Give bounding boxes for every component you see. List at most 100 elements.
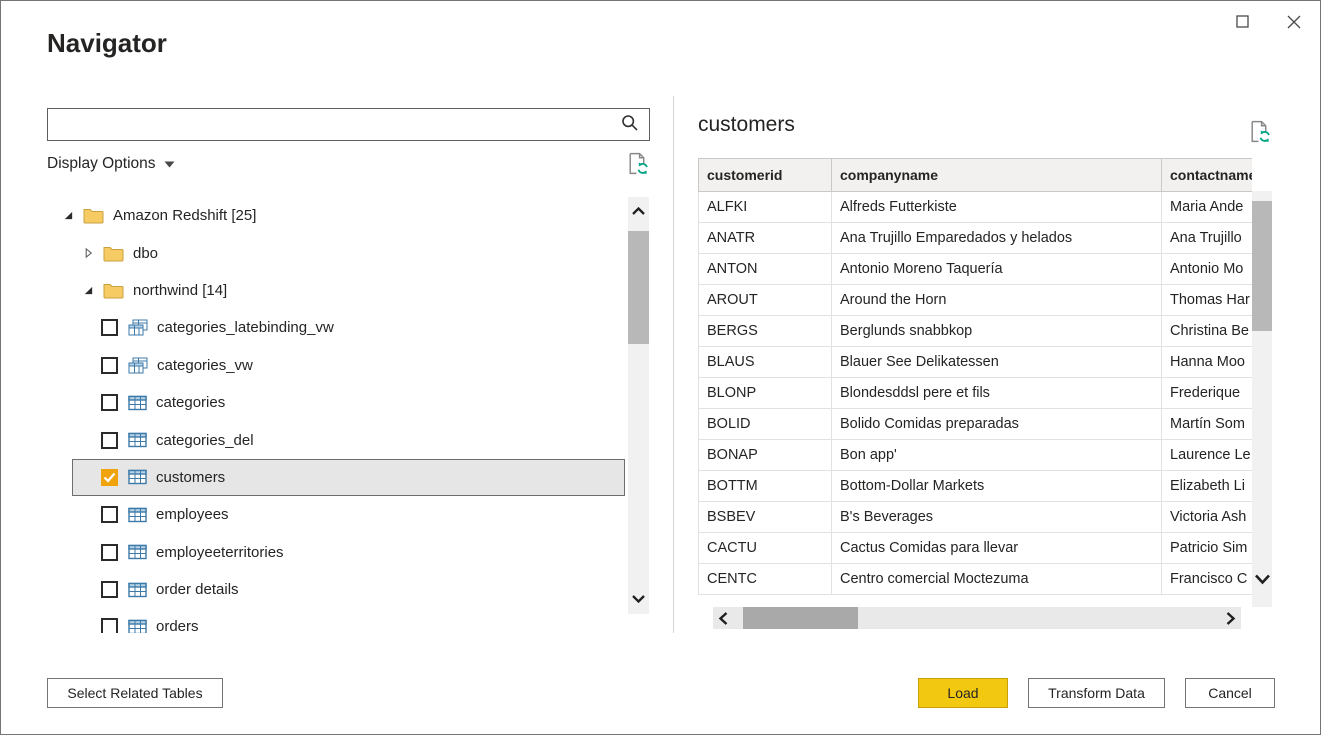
table-icon [128, 619, 147, 633]
tree-item-label: categories_vw [157, 357, 253, 374]
table-cell: Ana Trujillo [1162, 223, 1253, 254]
tree-item-label: northwind [14] [133, 282, 227, 299]
checkbox-unchecked[interactable] [101, 581, 118, 598]
tree-item-amazon-redshift-25[interactable]: Amazon Redshift [25] [47, 197, 625, 234]
tree-item-label: customers [156, 469, 225, 486]
tree: Amazon Redshift [25]dbo northwind [14] cat… [47, 197, 625, 633]
table-cell: Cactus Comidas para llevar [832, 533, 1162, 564]
table-cell: Victoria Ash [1162, 502, 1253, 533]
search-button[interactable] [611, 109, 649, 140]
table-cell: Laurence Le [1162, 440, 1253, 471]
scroll-left-icon[interactable] [718, 607, 729, 629]
table-icon [128, 395, 147, 411]
tree-refresh-button[interactable] [625, 151, 650, 180]
table-cell: Berglunds snabbkop [832, 316, 1162, 347]
table-row: ALFKIAlfreds FutterkisteMaria Ande [699, 192, 1253, 223]
table-cell: Patricio Sim [1162, 533, 1253, 564]
tree-scrollbar-thumb[interactable] [628, 231, 649, 344]
checkbox-unchecked[interactable] [101, 357, 118, 374]
table-row: BERGSBerglunds snabbkopChristina Be [699, 316, 1253, 347]
table-cell: BERGS [699, 316, 832, 347]
tree-item-customers[interactable]: customers [72, 459, 625, 496]
table-row: BLAUSBlauer See DelikatessenHanna Moo [699, 347, 1253, 378]
preview-vertical-scrollbar-thumb[interactable] [1252, 201, 1272, 331]
options-row: Display Options [47, 151, 650, 181]
preview-vertical-scrollbar[interactable] [1252, 191, 1272, 607]
table-row: BSBEVB's BeveragesVictoria Ash [699, 502, 1253, 533]
cancel-button[interactable]: Cancel [1185, 678, 1275, 708]
table-row: BOLIDBolido Comidas preparadasMartín Som [699, 409, 1253, 440]
load-button[interactable]: Load [918, 678, 1008, 708]
tree-item-employees[interactable]: employees [72, 496, 625, 533]
checkbox-unchecked[interactable] [101, 432, 118, 449]
table-cell: Elizabeth Li [1162, 471, 1253, 502]
folder-icon [103, 245, 124, 262]
table-cell: Bon app' [832, 440, 1162, 471]
checkbox-checked[interactable] [101, 469, 118, 486]
checkbox-unchecked[interactable] [101, 319, 118, 336]
tree-item-categories-latebinding-vw[interactable]: categories_latebinding_vw [72, 309, 625, 346]
table-cell: ALFKI [699, 192, 832, 223]
checkbox-unchecked[interactable] [101, 618, 118, 633]
checkbox-unchecked[interactable] [101, 506, 118, 523]
tree-item-categories[interactable]: categories [72, 384, 625, 421]
search-icon [620, 113, 640, 136]
scroll-down-icon[interactable] [628, 594, 649, 604]
table-cell: Maria Ande [1162, 192, 1253, 223]
display-options-dropdown[interactable]: Display Options [47, 155, 175, 173]
table-row: BLONPBlondesddsl pere et filsFrederique [699, 378, 1253, 409]
folder-icon [103, 282, 124, 299]
table-icon [128, 507, 147, 523]
preview-title: customers [698, 113, 795, 137]
tree-item-label: employees [156, 506, 229, 523]
tree-collapse-icon[interactable] [83, 285, 95, 296]
folder-icon [83, 207, 104, 224]
search-input[interactable] [48, 109, 611, 140]
table-cell: BLONP [699, 378, 832, 409]
tree-item-label: categories_del [156, 432, 254, 449]
tree-item-categories-del[interactable]: categories_del [72, 421, 625, 458]
tree-scrollbar[interactable] [628, 197, 649, 614]
display-options-label: Display Options [47, 155, 156, 173]
table-cell: BONAP [699, 440, 832, 471]
view-icon [128, 357, 148, 374]
tree-item-order-details[interactable]: order details [72, 571, 625, 608]
tree-item-employeeterritories[interactable]: employeeterritories [72, 534, 625, 571]
table-cell: CENTC [699, 564, 832, 595]
tree-collapse-icon[interactable] [63, 210, 75, 221]
scroll-right-icon[interactable] [1225, 607, 1236, 629]
table-cell: Blauer See Delikatessen [832, 347, 1162, 378]
checkbox-unchecked[interactable] [101, 544, 118, 561]
preview-horizontal-scrollbar-thumb[interactable] [743, 607, 858, 629]
column-header-customerid: customerid [699, 159, 832, 192]
preview-refresh-button[interactable] [1247, 119, 1272, 148]
table-cell: Hanna Moo [1162, 347, 1253, 378]
tree-expand-icon[interactable] [83, 247, 95, 259]
table-cell: Frederique [1162, 378, 1253, 409]
view-icon [128, 319, 148, 336]
table-cell: CACTU [699, 533, 832, 564]
maximize-button[interactable] [1226, 9, 1258, 37]
scroll-up-icon[interactable] [628, 206, 649, 216]
tree-item-orders[interactable]: orders [72, 608, 625, 633]
table-cell: Christina Be [1162, 316, 1253, 347]
tree-item-label: orders [156, 618, 199, 633]
preview-horizontal-scrollbar[interactable] [713, 607, 1241, 629]
tree-item-categories-vw[interactable]: categories_vw [72, 347, 625, 384]
tree-item-label: order details [156, 581, 239, 598]
select-related-tables-button[interactable]: Select Related Tables [47, 678, 223, 708]
scroll-down-icon[interactable] [1252, 573, 1272, 585]
table-row: ANATRAna Trujillo Emparedados y heladosA… [699, 223, 1253, 254]
checkbox-unchecked[interactable] [101, 394, 118, 411]
table-cell: BLAUS [699, 347, 832, 378]
page-title: Navigator [47, 28, 167, 59]
maximize-icon [1236, 15, 1249, 31]
close-button[interactable] [1278, 9, 1310, 37]
tree-item-northwind-14[interactable]: northwind [14] [47, 272, 625, 309]
table-cell: Bolido Comidas preparadas [832, 409, 1162, 440]
refresh-preview-icon [1247, 119, 1272, 148]
preview-table-header-row: customeridcompanynamecontactname [699, 159, 1253, 192]
refresh-preview-icon [625, 151, 650, 180]
transform-data-button[interactable]: Transform Data [1028, 678, 1165, 708]
tree-item-dbo[interactable]: dbo [47, 234, 625, 271]
